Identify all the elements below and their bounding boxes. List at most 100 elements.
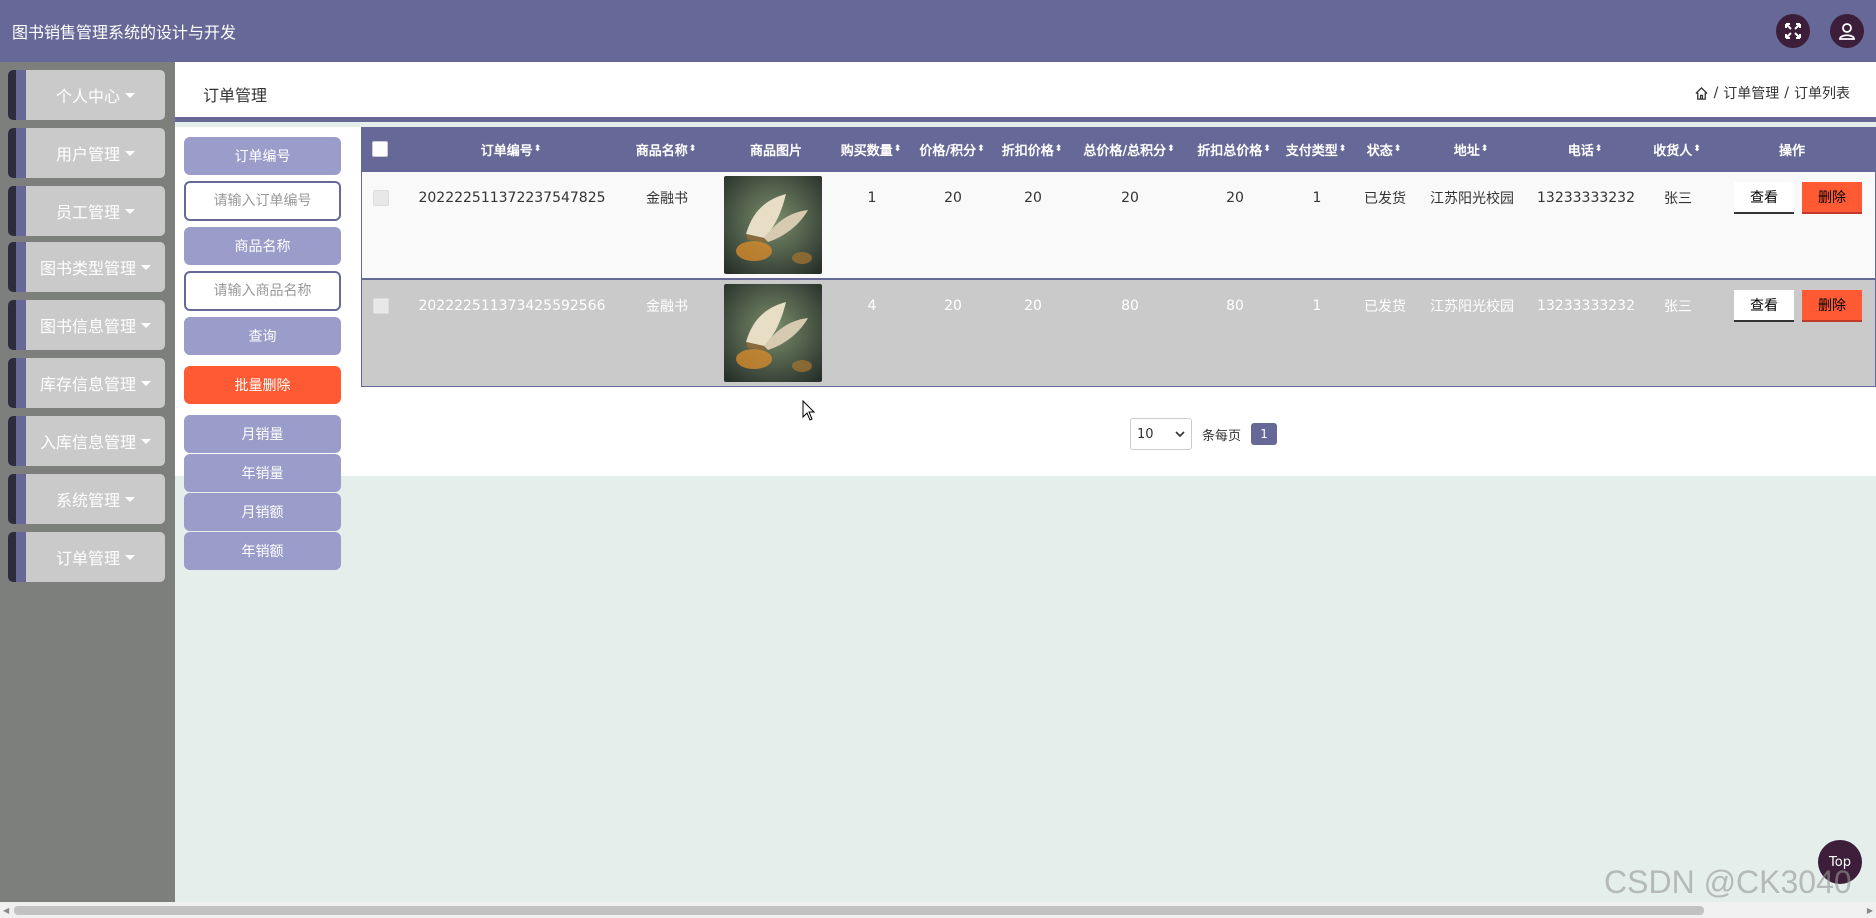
sort-icon: ⬍	[1480, 144, 1489, 154]
col-address[interactable]: 地址 ⬍	[1417, 127, 1525, 171]
sort-icon: ⬍	[893, 144, 902, 154]
col-pay-type[interactable]: 支付类型 ⬍	[1281, 127, 1351, 171]
cell-pay-type: 1	[1312, 298, 1322, 314]
cell-discount-total: 20	[1226, 190, 1244, 206]
caret-down-icon	[141, 322, 151, 328]
sort-icon: ⬍	[1263, 144, 1271, 154]
select-all-checkbox[interactable]	[371, 127, 389, 171]
cell-price: 20	[944, 298, 962, 314]
page-size-select[interactable]: 10	[1130, 418, 1192, 450]
cell-discount-price: 20	[1024, 190, 1042, 206]
caret-down-icon	[125, 554, 135, 560]
col-label: 支付类型	[1285, 143, 1338, 159]
sidebar-item-label: 个人中心	[55, 87, 120, 106]
sidebar-item-book-info-management[interactable]: 图书信息管理	[8, 300, 165, 350]
breadcrumb-item-order-management[interactable]: 订单管理	[1723, 83, 1779, 103]
col-label: 价格/积分	[919, 143, 977, 159]
cell-receiver: 张三	[1664, 191, 1692, 207]
col-product-image: 商品图片	[721, 127, 831, 171]
app-title: 图书销售管理系统的设计与开发	[12, 23, 237, 42]
user-button[interactable]	[1830, 14, 1864, 48]
delete-button[interactable]: 删除	[1802, 290, 1862, 322]
cell-product: 金融书	[646, 191, 688, 207]
title-bar: 订单管理 / 订单管理 / 订单列表	[175, 62, 1876, 122]
cell-quantity: 1	[867, 190, 877, 206]
sort-icon: ⬍	[1594, 144, 1603, 154]
sort-icon: ⬍	[977, 144, 985, 154]
sidebar-item-personal-center[interactable]: 个人中心	[8, 70, 165, 120]
scroll-right-icon[interactable]: ▶	[1867, 906, 1873, 915]
scroll-left-icon[interactable]: ◀	[3, 906, 9, 915]
sidebar-item-book-type-management[interactable]: 图书类型管理	[8, 242, 165, 292]
sort-icon: ⬍	[688, 144, 697, 154]
caret-down-icon	[125, 208, 135, 214]
cell-address: 江苏阳光校园	[1430, 191, 1514, 207]
product-name-label: 商品名称	[184, 227, 341, 265]
sort-icon: ⬍	[1054, 144, 1063, 154]
monthly-sales-button[interactable]: 月销量	[184, 415, 341, 453]
col-label: 商品名称	[635, 143, 688, 159]
col-label: 订单编号	[480, 143, 533, 159]
col-label: 商品图片	[749, 143, 802, 159]
sidebar-item-inventory-management[interactable]: 库存信息管理	[8, 358, 165, 408]
cell-discount-total: 80	[1226, 298, 1244, 314]
cell-total: 80	[1121, 298, 1139, 314]
col-phone[interactable]: 电话 ⬍	[1525, 127, 1645, 171]
col-status[interactable]: 状态 ⬍	[1351, 127, 1417, 171]
caret-down-icon	[141, 438, 151, 444]
table-row: 202222511373425592566 金融书 4 20 20 80 80 …	[361, 279, 1876, 387]
order-no-input[interactable]	[184, 181, 341, 221]
col-label: 收货人	[1653, 143, 1693, 159]
row-checkbox[interactable]	[372, 172, 390, 224]
col-order-no[interactable]: 订单编号 ⬍	[411, 127, 611, 171]
col-discount-price[interactable]: 折扣价格 ⬍	[993, 127, 1071, 171]
col-total[interactable]: 总价格/总积分 ⬍	[1071, 127, 1187, 171]
cell-order-no: 202222511372237547825	[418, 190, 606, 206]
sidebar-item-stock-in-management[interactable]: 入库信息管理	[8, 416, 165, 466]
home-icon[interactable]	[1694, 86, 1709, 101]
batch-delete-button[interactable]: 批量删除	[184, 366, 341, 404]
view-button[interactable]: 查看	[1734, 290, 1794, 322]
cell-receiver: 张三	[1664, 299, 1692, 315]
caret-down-icon	[141, 264, 151, 270]
sidebar-item-label: 入库信息管理	[39, 433, 136, 452]
table-row: 202222511372237547825 金融书 1 20 20 20 20 …	[361, 171, 1876, 279]
horizontal-scrollbar[interactable]: ◀ ▶	[0, 902, 1876, 918]
delete-button[interactable]: 删除	[1802, 182, 1862, 214]
top-header: 图书销售管理系统的设计与开发	[0, 0, 1876, 62]
sort-icon: ⬍	[1393, 144, 1402, 154]
col-label: 折扣总价格	[1197, 143, 1263, 159]
col-quantity[interactable]: 购买数量 ⬍	[831, 127, 911, 171]
sidebar-item-staff-management[interactable]: 员工管理	[8, 186, 165, 236]
yearly-revenue-button[interactable]: 年销额	[184, 532, 341, 570]
col-discount-total[interactable]: 折扣总价格 ⬍	[1187, 127, 1281, 171]
header-actions	[1776, 14, 1864, 48]
sort-icon: ⬍	[1338, 144, 1347, 154]
col-price[interactable]: 价格/积分 ⬍	[911, 127, 993, 171]
cell-price: 20	[944, 190, 962, 206]
sidebar-item-label: 库存信息管理	[39, 375, 136, 394]
page-size-value: 10	[1137, 426, 1154, 442]
sidebar-item-order-management[interactable]: 订单管理	[8, 532, 165, 582]
fullscreen-button[interactable]	[1776, 14, 1810, 48]
product-name-input[interactable]	[184, 271, 341, 311]
sidebar-item-system-management[interactable]: 系统管理	[8, 474, 165, 524]
query-button[interactable]: 查询	[184, 317, 341, 355]
scrollbar-thumb[interactable]	[14, 906, 1704, 915]
watermark: CSDN @CK3040	[1604, 864, 1852, 900]
sidebar-item-user-management[interactable]: 用户管理	[8, 128, 165, 178]
col-label: 购买数量	[840, 143, 893, 159]
col-receiver[interactable]: 收货人 ⬍	[1645, 127, 1709, 171]
monthly-revenue-button[interactable]: 月销额	[184, 493, 341, 531]
sidebar-item-label: 订单管理	[55, 549, 120, 568]
cell-order-no: 202222511373425592566	[418, 298, 606, 314]
col-product-name[interactable]: 商品名称 ⬍	[611, 127, 721, 171]
cell-discount-price: 20	[1024, 298, 1042, 314]
main-content: 订单管理 / 订单管理 / 订单列表 订单编号 商品名称 查询 批量删除 月销量…	[175, 62, 1876, 902]
yearly-sales-button[interactable]: 年销量	[184, 454, 341, 492]
page-number-button[interactable]: 1	[1251, 423, 1278, 445]
row-checkbox[interactable]	[372, 280, 390, 332]
per-page-label: 条每页	[1202, 428, 1242, 444]
mouse-cursor-icon	[802, 400, 816, 421]
view-button[interactable]: 查看	[1734, 182, 1794, 214]
